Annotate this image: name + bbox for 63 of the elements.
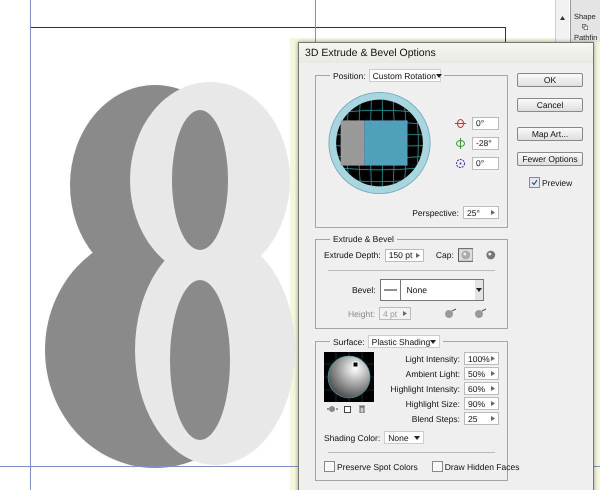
setting-label: Highlight Size: <box>406 398 460 408</box>
scroll-up-icon[interactable] <box>560 16 565 20</box>
perspective-field[interactable]: 25° <box>463 206 499 219</box>
step-arrow-icon[interactable] <box>491 401 495 406</box>
extrude-depth-label: Extrude Depth: <box>324 250 381 260</box>
setting-label: Highlight Intensity: <box>390 384 460 394</box>
shading-color-dropdown[interactable]: None <box>384 431 424 444</box>
dialog-button[interactable]: OK <box>517 73 583 87</box>
caret-icon <box>436 74 442 78</box>
rotation-field[interactable]: 0° <box>472 116 499 130</box>
step-arrow-icon[interactable] <box>491 416 495 421</box>
perspective-label: Perspective: <box>412 208 459 218</box>
light-move-icon[interactable] <box>327 405 338 413</box>
bevel-direction-icon[interactable] <box>442 308 457 319</box>
axis-rotate-icon <box>455 118 466 128</box>
dialog-button[interactable]: Fewer Options <box>517 152 583 166</box>
caret-icon <box>414 436 420 440</box>
shape-mode-icon[interactable] <box>580 24 590 30</box>
caret-icon <box>430 340 436 344</box>
checkbox[interactable] <box>529 177 540 188</box>
cap-label: Cap: <box>436 250 454 260</box>
checkbox[interactable] <box>324 461 335 472</box>
bevel-label: Bevel: <box>352 285 376 295</box>
rotation-field[interactable]: -28° <box>472 136 499 150</box>
dialog-title: 3D Extrude & Bevel Options <box>299 43 593 63</box>
step-arrow-icon[interactable] <box>491 356 495 361</box>
checkbox-label: Preview <box>542 178 572 188</box>
height-field: 4 pt <box>378 307 411 320</box>
setting-field[interactable]: 90% <box>464 397 499 410</box>
dialog-button[interactable]: Map Art... <box>517 127 583 141</box>
checkbox-label: Draw Hidden Faces <box>444 462 520 472</box>
step-arrow-icon[interactable] <box>491 210 495 215</box>
surface-label: Surface: <box>333 336 365 346</box>
setting-field[interactable]: 100% <box>464 352 499 365</box>
setting-field[interactable]: 60% <box>464 382 499 395</box>
shading-color-label: Shading Color: <box>324 432 380 442</box>
checkbox[interactable] <box>432 461 443 472</box>
lighting-sphere-preview[interactable] <box>324 352 374 402</box>
step-arrow-icon[interactable] <box>416 252 420 258</box>
axis-rotate-icon <box>455 138 466 148</box>
setting-field[interactable]: 25 <box>464 412 499 425</box>
height-label: Height: <box>348 308 375 318</box>
extrude-depth-field[interactable]: 150 pt <box>384 248 424 262</box>
dialog-button[interactable]: Cancel <box>517 98 583 112</box>
step-arrow-icon[interactable] <box>491 371 495 376</box>
setting-field[interactable]: 50% <box>464 367 499 380</box>
caret-icon <box>476 288 482 292</box>
bevel-dropdown[interactable]: None <box>380 279 484 301</box>
bevel-direction-icon[interactable] <box>472 308 487 319</box>
rotate-circle-icon <box>455 158 466 168</box>
setting-label: Light Intensity: <box>405 354 460 364</box>
step-arrow-icon[interactable] <box>491 386 495 391</box>
setting-label: Blend Steps: <box>412 414 460 424</box>
cap-toggle-icon[interactable] <box>458 248 474 262</box>
rotation-field[interactable]: 0° <box>472 156 499 170</box>
trash-icon[interactable] <box>358 405 366 413</box>
group-title: Extrude & Bevel <box>333 234 394 244</box>
setting-label: Ambient Light: <box>406 368 460 378</box>
new-light-icon[interactable] <box>344 405 352 413</box>
position-dropdown[interactable]: Custom Rotation <box>368 69 441 82</box>
surface-dropdown[interactable]: Plastic Shading <box>368 335 440 348</box>
checkbox-label: Preserve Spot Colors <box>337 462 418 472</box>
position-label: Position: <box>333 70 366 80</box>
